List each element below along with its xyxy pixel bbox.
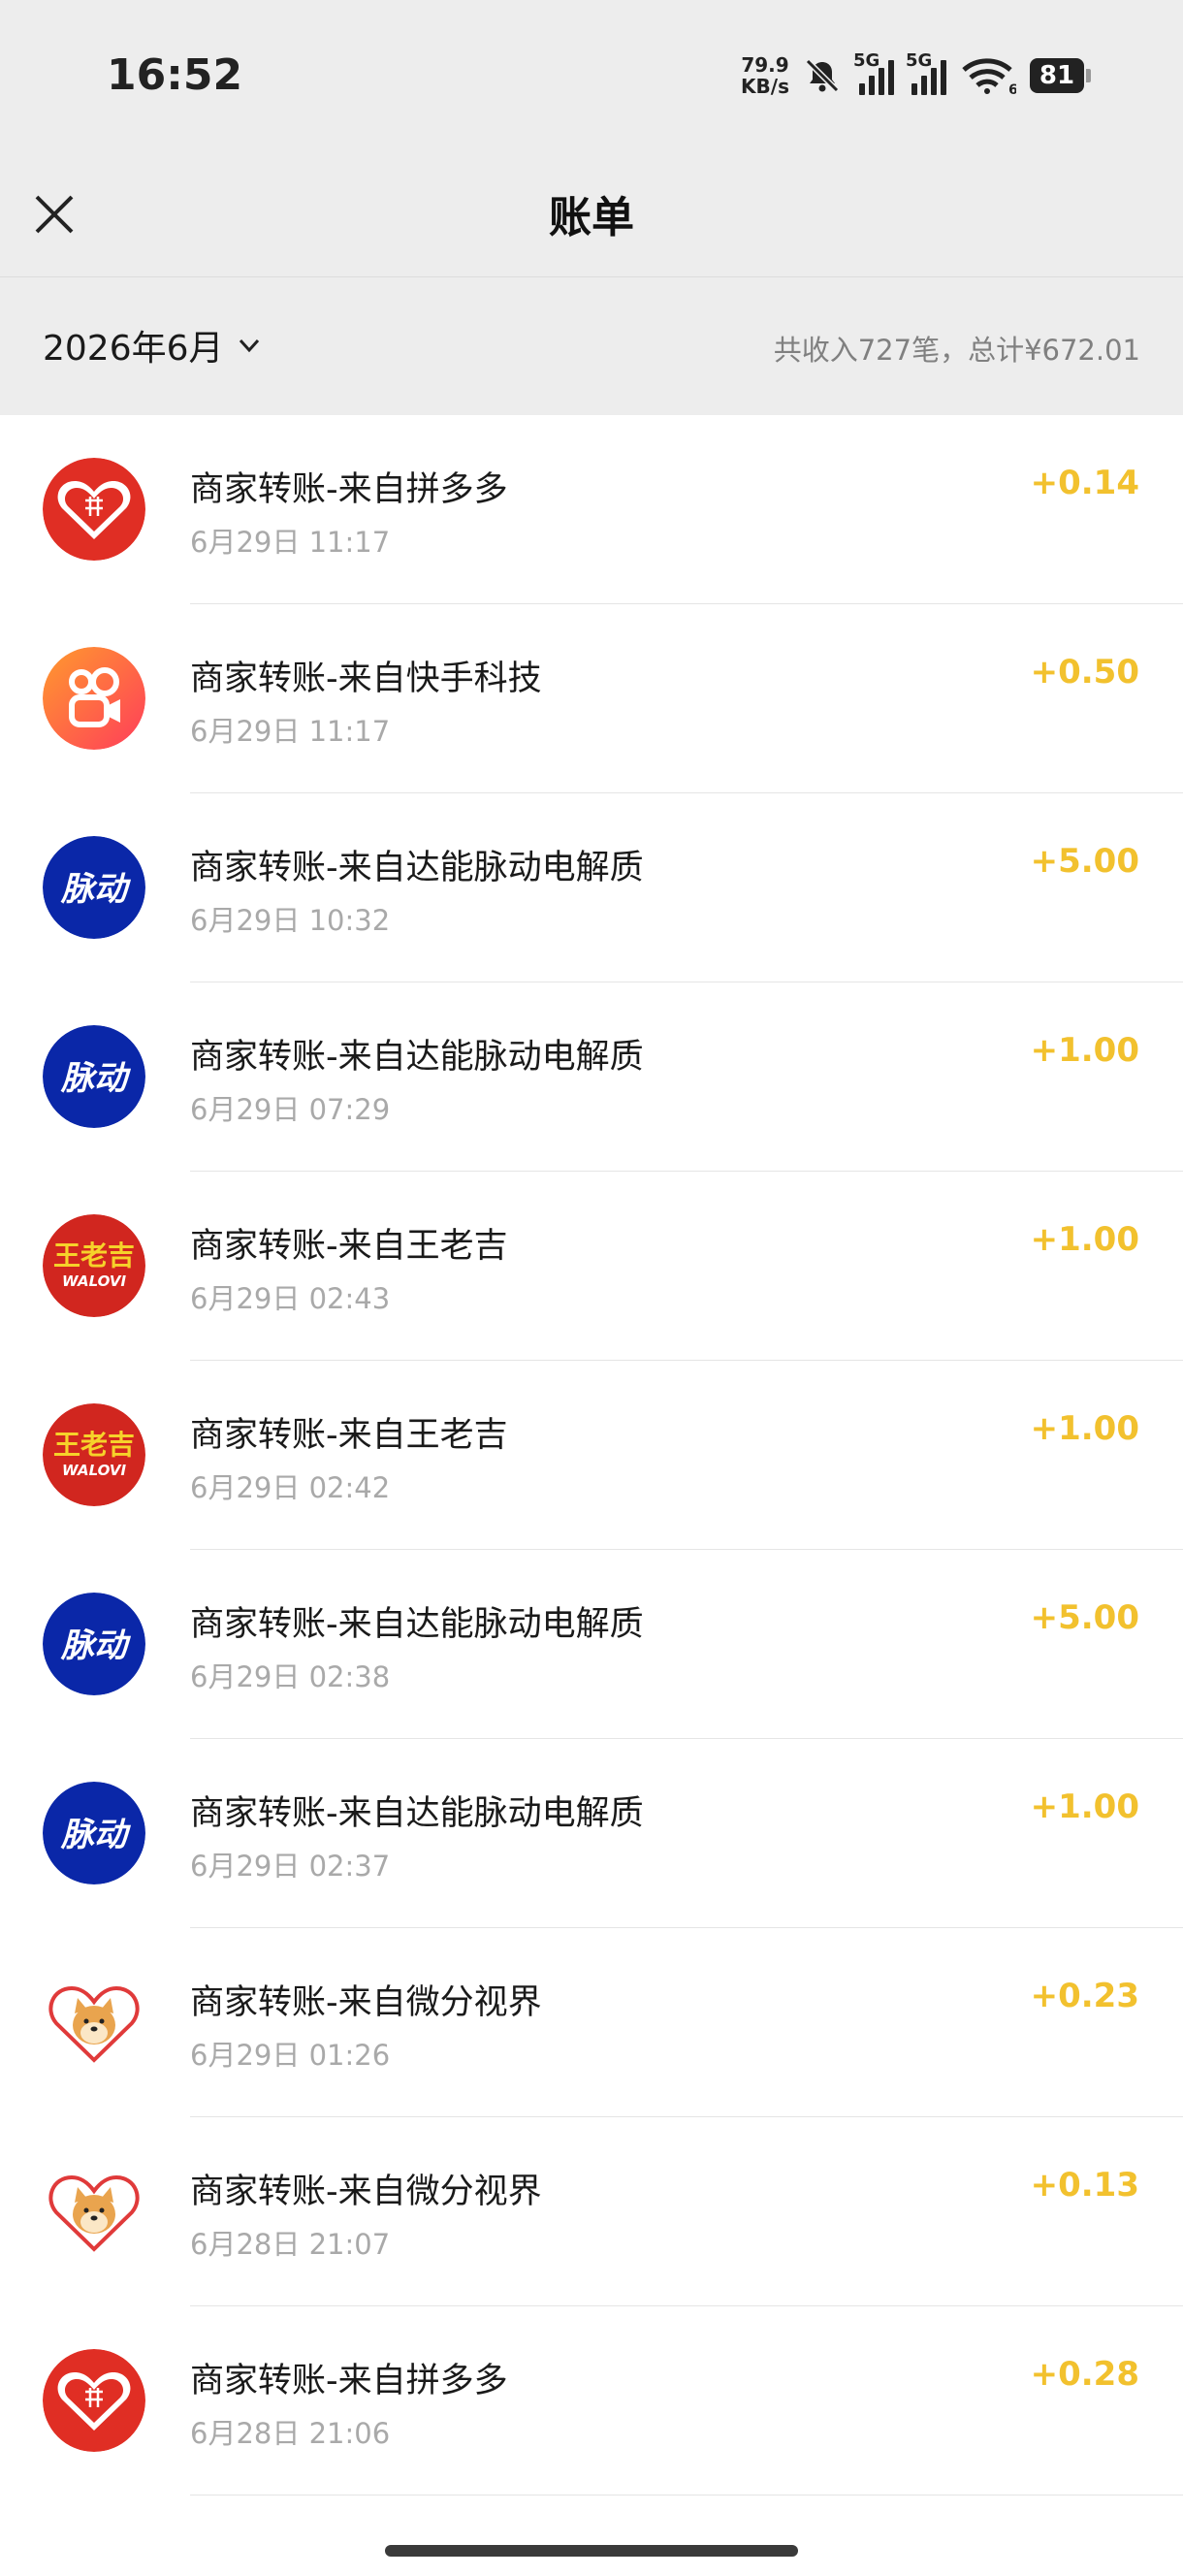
transaction-date: 6月29日 07:29 bbox=[190, 1093, 391, 1126]
transaction-title: 商家转账-来自达能脉动电解质 bbox=[190, 1794, 644, 1833]
mizone-logo: 脉动 bbox=[43, 1025, 145, 1128]
wanglaoji-logo: 王老吉 WALOVI bbox=[43, 1403, 145, 1506]
transaction-date: 6月28日 21:06 bbox=[190, 2417, 391, 2450]
transaction-date: 6月28日 21:07 bbox=[190, 2228, 391, 2261]
status-time: 16:52 bbox=[107, 50, 243, 100]
transaction-amount: +0.14 bbox=[1030, 464, 1139, 502]
transaction-title: 商家转账-来自拼多多 bbox=[190, 470, 508, 509]
transaction-row[interactable]: 商家转账-来自拼多多 6月28日 21:06 +0.28 bbox=[0, 2306, 1183, 2496]
transaction-date: 6月29日 02:38 bbox=[190, 1660, 391, 1693]
net-speed-unit: KB/s bbox=[741, 75, 789, 98]
signal-label: 5G bbox=[853, 50, 880, 71]
transaction-date: 6月29日 11:17 bbox=[190, 715, 391, 748]
divider bbox=[190, 2495, 1183, 2496]
transaction-title: 商家转账-来自微分视界 bbox=[190, 2173, 542, 2211]
wanglaoji-logo: 王老吉 WALOVI bbox=[43, 1214, 145, 1317]
transaction-row[interactable]: 商家转账-来自微分视界 6月28日 21:07 +0.13 bbox=[0, 2117, 1183, 2306]
income-summary: 共收入727笔，总计¥672.01 bbox=[773, 334, 1140, 367]
transaction-row[interactable]: 脉动 商家转账-来自达能脉动电解质 6月29日 02:38 +5.00 bbox=[0, 1550, 1183, 1739]
transaction-date: 6月29日 01:26 bbox=[190, 2039, 391, 2072]
month-label: 2026年6月 bbox=[43, 329, 224, 369]
transaction-date: 6月29日 02:42 bbox=[190, 1471, 391, 1504]
transaction-amount: +5.00 bbox=[1030, 842, 1139, 881]
mizone-logo: 脉动 bbox=[43, 1782, 145, 1884]
mizone-logo: 脉动 bbox=[43, 836, 145, 939]
svg-text:脉动: 脉动 bbox=[60, 1626, 131, 1665]
doge-logo bbox=[43, 2160, 145, 2263]
pinduoduo-logo bbox=[43, 2349, 145, 2452]
transaction-date: 6月29日 10:32 bbox=[190, 904, 391, 937]
chevron-down-icon bbox=[239, 338, 259, 353]
transaction-row[interactable]: 商家转账-来自微分视界 6月29日 01:26 +0.23 bbox=[0, 1928, 1183, 2117]
transaction-amount: +1.00 bbox=[1030, 1220, 1139, 1259]
net-speed-value: 79.9 bbox=[741, 53, 789, 77]
transaction-row[interactable]: 商家转账-来自拼多多 6月29日 11:17 +0.14 bbox=[0, 415, 1183, 604]
doge-logo bbox=[43, 1971, 145, 2074]
net-speed: 79.9 KB/s bbox=[741, 54, 789, 97]
transaction-date: 6月29日 02:43 bbox=[190, 1282, 391, 1315]
svg-text:脉动: 脉动 bbox=[60, 1816, 131, 1854]
signal-5g-1-icon: 5G bbox=[853, 50, 894, 95]
battery-icon: 81 bbox=[1030, 58, 1091, 93]
wifi-icon: 6 bbox=[962, 58, 1016, 95]
svg-text:王老吉: 王老吉 bbox=[53, 1240, 135, 1272]
transaction-title: 商家转账-来自达能脉动电解质 bbox=[190, 1038, 644, 1077]
transaction-title: 商家转账-来自王老吉 bbox=[190, 1227, 508, 1266]
svg-text:王老吉: 王老吉 bbox=[53, 1429, 135, 1461]
status-icons: 79.9 KB/s 5G 5G 6 81 bbox=[741, 47, 1091, 105]
transaction-amount: +5.00 bbox=[1030, 1598, 1139, 1637]
transaction-row[interactable]: 脉动 商家转账-来自达能脉动电解质 6月29日 10:32 +5.00 bbox=[0, 793, 1183, 982]
svg-text:脉动: 脉动 bbox=[60, 870, 131, 909]
transaction-list: 商家转账-来自拼多多 6月29日 11:17 +0.14 商家转账-来自快手科技… bbox=[0, 415, 1183, 2496]
signal-label: 5G bbox=[906, 50, 933, 71]
transaction-row[interactable]: 脉动 商家转账-来自达能脉动电解质 6月29日 07:29 +1.00 bbox=[0, 982, 1183, 1172]
summary-bar: 2026年6月 共收入727笔，总计¥672.01 bbox=[0, 277, 1183, 415]
transaction-title: 商家转账-来自快手科技 bbox=[190, 660, 542, 698]
transaction-row[interactable]: 王老吉 WALOVI 商家转账-来自王老吉 6月29日 02:43 +1.00 bbox=[0, 1172, 1183, 1361]
kuaishou-logo bbox=[43, 647, 145, 750]
transaction-title: 商家转账-来自王老吉 bbox=[190, 1416, 508, 1455]
transaction-amount: +1.00 bbox=[1030, 1409, 1139, 1448]
month-picker[interactable]: 2026年6月 bbox=[43, 320, 263, 370]
transaction-title: 商家转账-来自达能脉动电解质 bbox=[190, 1605, 644, 1644]
svg-text:脉动: 脉动 bbox=[60, 1059, 131, 1098]
signal-5g-2-icon: 5G bbox=[906, 50, 946, 95]
svg-text:WALOVI: WALOVI bbox=[62, 1272, 126, 1290]
transaction-row[interactable]: 商家转账-来自快手科技 6月29日 11:17 +0.50 bbox=[0, 604, 1183, 793]
transaction-date: 6月29日 11:17 bbox=[190, 526, 391, 559]
transaction-amount: +0.23 bbox=[1030, 1977, 1139, 2015]
battery-level: 81 bbox=[1030, 58, 1084, 93]
transaction-amount: +0.28 bbox=[1030, 2355, 1139, 2394]
transaction-date: 6月29日 02:37 bbox=[190, 1850, 391, 1883]
page-title: 账单 bbox=[549, 193, 634, 242]
pinduoduo-logo bbox=[43, 458, 145, 561]
mizone-logo: 脉动 bbox=[43, 1593, 145, 1695]
transaction-title: 商家转账-来自拼多多 bbox=[190, 2362, 508, 2400]
transaction-amount: +1.00 bbox=[1030, 1031, 1139, 1070]
home-indicator[interactable] bbox=[385, 2545, 798, 2557]
transaction-row[interactable]: 王老吉 WALOVI 商家转账-来自王老吉 6月29日 02:42 +1.00 bbox=[0, 1361, 1183, 1550]
transaction-amount: +1.00 bbox=[1030, 1787, 1139, 1826]
transaction-amount: +0.13 bbox=[1030, 2166, 1139, 2205]
wifi-label: 6 bbox=[1008, 82, 1016, 95]
status-bar: 16:52 79.9 KB/s 5G 5G 6 81 bbox=[0, 0, 1183, 155]
transaction-title: 商家转账-来自微分视界 bbox=[190, 1983, 542, 2022]
transaction-amount: +0.50 bbox=[1030, 653, 1139, 692]
svg-text:WALOVI: WALOVI bbox=[62, 1462, 126, 1479]
mute-bell-icon bbox=[805, 58, 840, 93]
transaction-title: 商家转账-来自达能脉动电解质 bbox=[190, 849, 644, 887]
transaction-row[interactable]: 脉动 商家转账-来自达能脉动电解质 6月29日 02:37 +1.00 bbox=[0, 1739, 1183, 1928]
nav-bar: 账单 bbox=[0, 155, 1183, 277]
